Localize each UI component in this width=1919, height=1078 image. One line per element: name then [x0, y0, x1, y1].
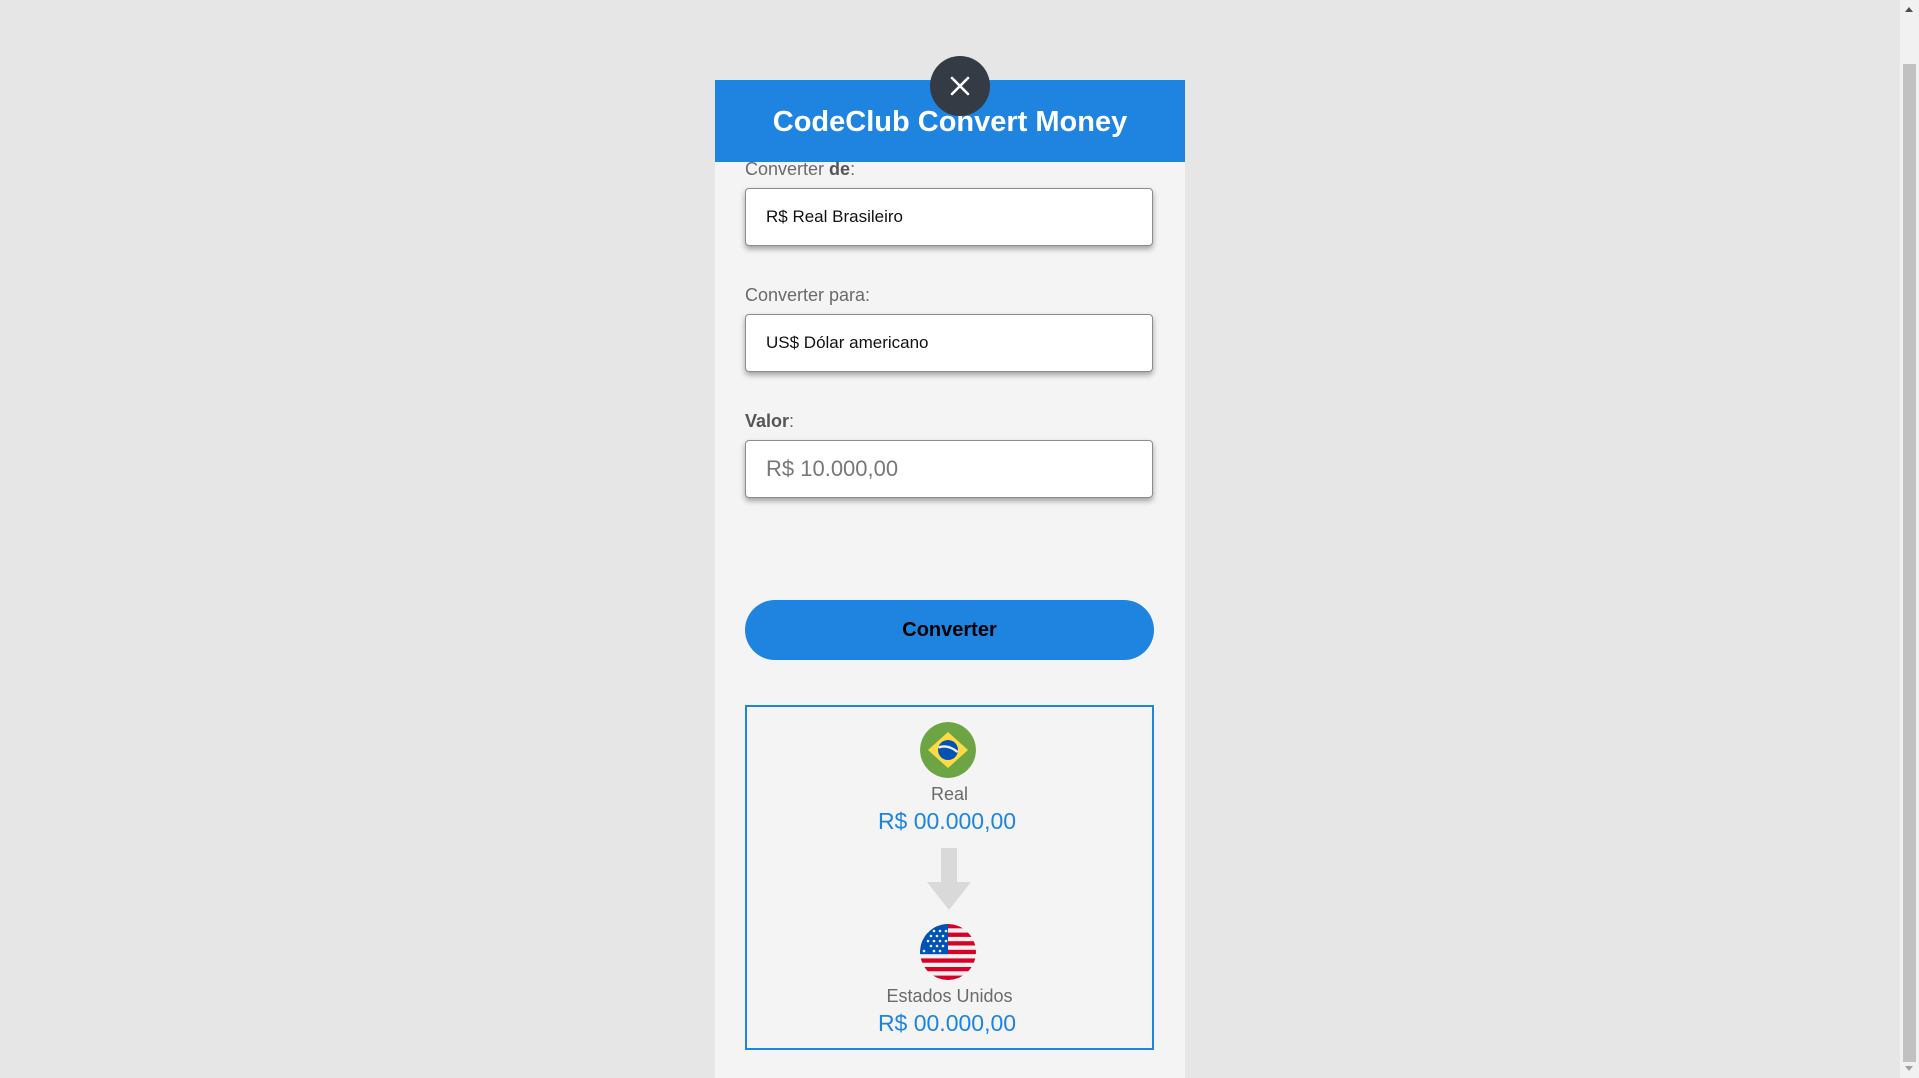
from-currency-value: R$ Real Brasileiro [766, 207, 903, 226]
vertical-scrollbar[interactable] [1900, 0, 1919, 1078]
convert-button[interactable]: Converter [745, 600, 1154, 660]
scroll-up-arrow-icon[interactable] [1905, 7, 1913, 12]
from-label-prefix: Converter [745, 159, 830, 179]
to-currency-select[interactable]: US$ Dólar americano [745, 314, 1153, 372]
scroll-thumb[interactable] [1903, 64, 1916, 1062]
scroll-down-arrow-icon[interactable] [1905, 1066, 1913, 1071]
to-label: Converter para: [745, 285, 871, 305]
from-currency-name: Real [930, 784, 969, 804]
converter-card: CodeClub Convert Money Converter de: R$ … [715, 80, 1185, 1078]
amount-label: Valor: [745, 411, 794, 432]
to-currency-value: US$ Dólar americano [766, 333, 929, 352]
brazil-flag-icon [920, 722, 976, 778]
amount-label-suffix: : [789, 411, 795, 431]
arrow-down-icon [927, 848, 971, 915]
from-currency-result: R$ 00.000,00 [877, 808, 1017, 834]
close-icon [950, 76, 970, 96]
amount-input[interactable] [745, 440, 1153, 498]
amount-label-bold: Valor [745, 411, 790, 431]
from-label: Converter de: [745, 159, 855, 180]
from-currency-select[interactable]: R$ Real Brasileiro [745, 188, 1153, 246]
to-currency-result: R$ 00.000,00 [877, 1010, 1017, 1036]
page: CodeClub Convert Money Converter de: R$ … [0, 0, 1919, 1078]
usa-flag-icon [920, 924, 976, 980]
close-button[interactable] [930, 56, 990, 116]
to-currency-name: Estados Unidos [886, 986, 1013, 1006]
result-box: Real R$ 00.000,00 Estados Unidos R$ 00.0… [745, 705, 1154, 1050]
from-label-suffix: : [850, 159, 856, 179]
from-label-bold: de [829, 159, 851, 179]
